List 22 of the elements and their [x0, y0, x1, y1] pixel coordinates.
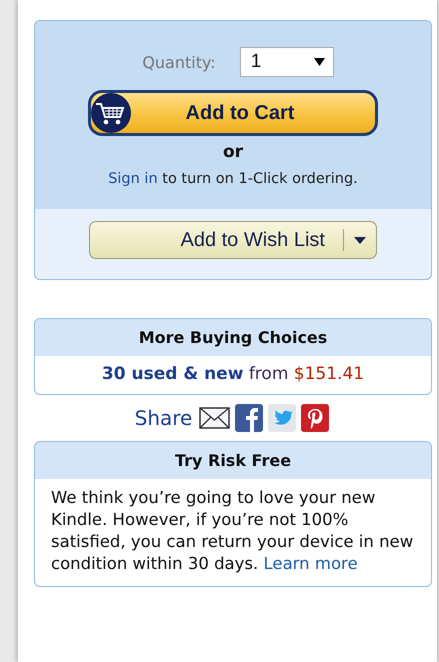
add-to-wish-list-button[interactable]: Add to Wish List: [89, 221, 377, 259]
twitter-icon[interactable]: [268, 404, 296, 432]
quantity-label: Quantity:: [142, 52, 216, 72]
shopping-cart-icon: [91, 93, 131, 133]
dropdown-caret-icon: [314, 58, 325, 66]
add-to-cart-button[interactable]: Add to Cart: [88, 90, 378, 136]
box-title: Try Risk Free: [35, 442, 431, 479]
learn-more-link[interactable]: Learn more: [264, 554, 358, 573]
from-text: from: [248, 364, 288, 384]
risk-free-description: We think you’re going to love your new Kindle. However, if you’re not 100% satisfied, you can return your device in new condition within 30 days. Learn more: [50, 487, 414, 575]
share-label: Share: [134, 406, 192, 430]
email-icon[interactable]: [199, 407, 230, 429]
used-and-new-link[interactable]: 30 used & new: [102, 364, 244, 384]
box-title: More Buying Choices: [35, 319, 431, 356]
or-text: or: [222, 142, 244, 162]
sign-in-link[interactable]: Sign in: [108, 171, 158, 187]
pinterest-icon[interactable]: [301, 404, 330, 432]
price-text: $151.41: [294, 364, 364, 384]
facebook-icon[interactable]: [235, 404, 264, 432]
quantity-dropdown[interactable]: 1: [240, 47, 334, 77]
dropdown-caret-icon: [354, 236, 366, 244]
sign-in-note: Sign in to turn on 1-Click ordering.: [108, 171, 358, 187]
